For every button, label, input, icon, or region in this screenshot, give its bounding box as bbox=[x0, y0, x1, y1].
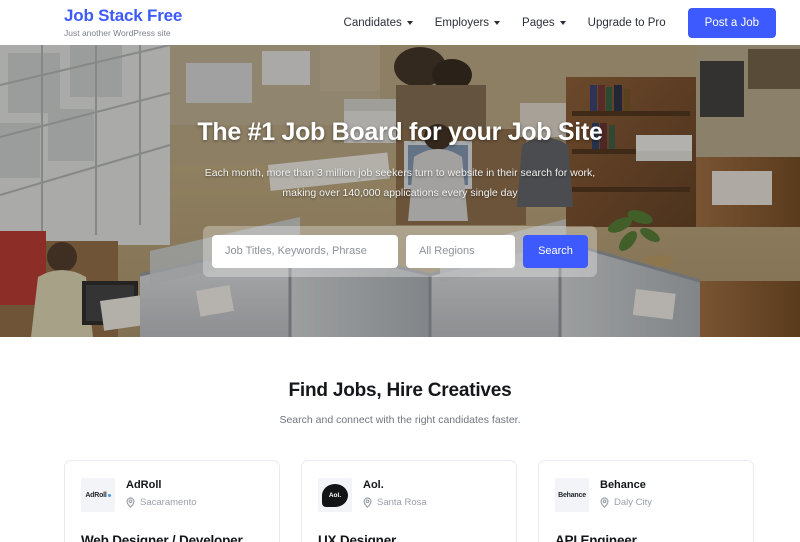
company-meta: Aol. Santa Rosa bbox=[363, 478, 427, 508]
nav-item-label: Employers bbox=[434, 16, 490, 29]
nav-item-pages[interactable]: Pages bbox=[522, 17, 566, 29]
company-name: Behance bbox=[600, 479, 646, 491]
hero-search-bar: Search bbox=[203, 225, 597, 277]
chevron-down-icon bbox=[559, 20, 566, 25]
find-jobs-section: Find Jobs, Hire Creatives Search and con… bbox=[0, 337, 800, 542]
hero-banner: The #1 Job Board for your Job Site Each … bbox=[0, 45, 800, 337]
job-card[interactable]: Behance Behance Daly City API Engineer bbox=[538, 460, 754, 542]
nav-item-employers[interactable]: Employers bbox=[434, 16, 501, 29]
company-logo-icon: Behance bbox=[555, 478, 589, 512]
company-location: Sacaramento bbox=[126, 497, 197, 508]
company-logo-text: Aol. bbox=[328, 491, 342, 499]
nav-item-label: Candidates bbox=[343, 16, 402, 29]
section-subtitle: Search and connect with the right candid… bbox=[279, 414, 521, 426]
job-card-header: Aol. Aol. Santa Rosa bbox=[318, 478, 500, 512]
job-card[interactable]: AdRoll AdRoll Sacaramento Web Designer /… bbox=[64, 460, 280, 542]
location-label: Daly City bbox=[614, 497, 653, 508]
job-title[interactable]: API Engineer bbox=[555, 533, 737, 542]
job-title[interactable]: UX Designer bbox=[318, 533, 500, 542]
chevron-down-icon bbox=[494, 20, 501, 25]
job-card-list: AdRoll AdRoll Sacaramento Web Designer /… bbox=[0, 460, 800, 542]
site-header: Job Stack Free Just another WordPress si… bbox=[0, 0, 800, 45]
logo-dot-icon bbox=[107, 493, 111, 497]
location-label: Sacaramento bbox=[140, 497, 197, 508]
search-keywords-input[interactable] bbox=[212, 234, 398, 268]
main-nav: Candidates Employers Pages Upgrade to Pr… bbox=[344, 7, 776, 38]
nav-item-label: Pages bbox=[522, 16, 555, 29]
company-logo-icon: Aol. bbox=[318, 478, 352, 512]
location-pin-icon bbox=[600, 497, 609, 508]
job-card-header: AdRoll AdRoll Sacaramento bbox=[81, 478, 263, 512]
company-location: Daly City bbox=[600, 497, 652, 508]
company-logo-icon: AdRoll bbox=[81, 478, 115, 512]
company-meta: AdRoll Sacaramento bbox=[126, 478, 197, 508]
hero-subtitle: Each month, more than 3 million job seek… bbox=[204, 167, 596, 199]
location-pin-icon bbox=[363, 497, 372, 508]
search-button[interactable]: Search bbox=[523, 234, 588, 268]
job-card-header: Behance Behance Daly City bbox=[555, 478, 737, 512]
nav-item-candidates[interactable]: Candidates bbox=[344, 17, 413, 29]
nav-item-upgrade-to-pro[interactable]: Upgrade to Pro bbox=[588, 17, 666, 29]
company-logo-text: AdRoll bbox=[85, 491, 107, 499]
job-title[interactable]: Web Designer / Developer bbox=[81, 533, 263, 542]
company-logo-text: Behance bbox=[558, 491, 586, 499]
chevron-down-icon bbox=[406, 20, 413, 25]
nav-item-label: Upgrade to Pro bbox=[587, 16, 666, 29]
brand-logo[interactable]: Job Stack Free Just another WordPress si… bbox=[64, 7, 182, 37]
hero-content: The #1 Job Board for your Job Site Each … bbox=[0, 45, 800, 337]
location-label: Santa Rosa bbox=[377, 497, 427, 508]
company-name: AdRoll bbox=[126, 479, 162, 491]
company-location: Santa Rosa bbox=[363, 497, 427, 508]
post-a-job-button[interactable]: Post a Job bbox=[687, 7, 776, 38]
company-meta: Behance Daly City bbox=[600, 478, 652, 508]
search-region-input[interactable] bbox=[406, 234, 515, 268]
company-name: Aol. bbox=[363, 479, 384, 491]
section-title: Find Jobs, Hire Creatives bbox=[288, 380, 512, 401]
location-pin-icon bbox=[126, 497, 135, 508]
job-card[interactable]: Aol. Aol. Santa Rosa UX Designer bbox=[301, 460, 517, 542]
brand-tagline: Just another WordPress site bbox=[64, 28, 171, 39]
aol-bubble-icon: Aol. bbox=[322, 483, 348, 507]
brand-title: Job Stack Free bbox=[64, 6, 183, 26]
hero-title: The #1 Job Board for your Job Site bbox=[197, 118, 603, 146]
